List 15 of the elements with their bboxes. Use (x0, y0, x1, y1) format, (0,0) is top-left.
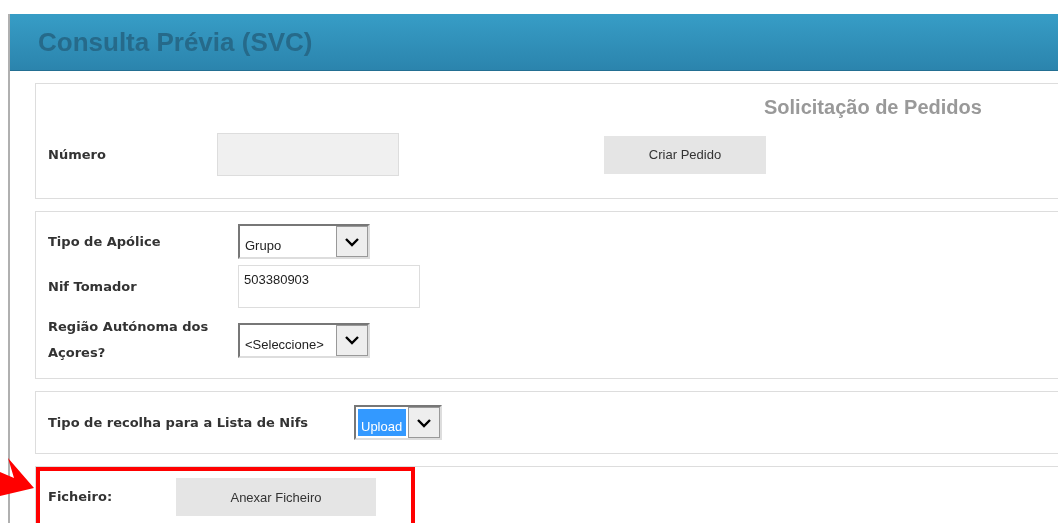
field-label: Tipo de recolha para a Lista de Nifs (48, 413, 310, 432)
field-label: Número (48, 145, 107, 164)
chevron-down-icon (344, 335, 360, 345)
field-label: Nif Tomador (48, 277, 138, 296)
dropdown[interactable]: Grupo (238, 224, 370, 259)
field-label: Região Autónoma dos Açores? (48, 318, 210, 362)
attach-file-button[interactable]: Anexar Ficheiro (176, 478, 376, 516)
dropdown[interactable]: <Seleccione> (238, 322, 370, 358)
field-label: Ficheiro: (48, 488, 114, 506)
create-request-button[interactable]: Criar Pedido (604, 135, 766, 174)
nif-field[interactable]: 503380903 (238, 265, 420, 308)
chevron-down-icon (416, 417, 432, 428)
chevron-down-icon (344, 236, 360, 247)
field-label: Tipo de Apólice (48, 232, 162, 251)
panel-title: Solicitação de Pedidos (764, 96, 982, 119)
